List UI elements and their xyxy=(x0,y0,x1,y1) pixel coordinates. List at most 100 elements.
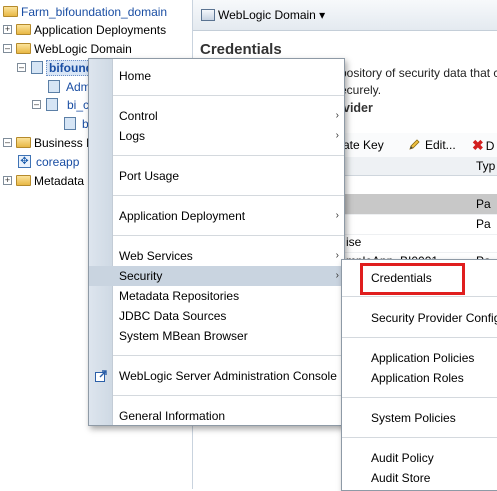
page-title: Credentials xyxy=(200,41,282,58)
description-line: ecurely. xyxy=(340,83,382,97)
menu-item-weblogic-admin-console[interactable]: WebLogic Server Administration Console xyxy=(89,366,344,386)
tree-item-bifoundation-domain[interactable]: – bifound xyxy=(17,59,96,77)
collapse-toggle-icon[interactable]: – xyxy=(17,63,26,72)
tree-item-farm[interactable]: Farm_bifoundation_domain xyxy=(3,3,167,21)
folder-icon xyxy=(3,6,18,17)
menu-separator xyxy=(342,397,497,398)
tree-item-bi-server[interactable]: b xyxy=(64,115,89,133)
server-icon xyxy=(48,80,60,93)
tree-item-coreapplication[interactable]: ✥ coreapp xyxy=(18,153,79,171)
menu-item-label: Port Usage xyxy=(119,169,180,183)
submenu-arrow-icon: › xyxy=(335,250,339,261)
tree-item-bi-cluster[interactable]: – bi_cl xyxy=(32,96,92,114)
menu-item-home[interactable]: Home xyxy=(89,66,344,86)
menu-separator xyxy=(342,296,497,297)
application-icon: ✥ xyxy=(18,155,31,168)
menu-item-label: Security xyxy=(119,269,163,283)
edit-button[interactable]: Edit... xyxy=(408,137,456,153)
menu-separator xyxy=(113,195,344,196)
menu-item-label: Audit Policy xyxy=(371,451,434,465)
cell-type: Pa xyxy=(476,197,491,211)
menu-item-system-mbean-browser[interactable]: System MBean Browser xyxy=(89,326,344,346)
menu-item-label: Web Services xyxy=(119,249,193,263)
menu-item-label: Logs xyxy=(119,129,146,143)
menu-item-general-information[interactable]: General Information xyxy=(89,406,344,426)
submenu-arrow-icon: › xyxy=(335,270,339,281)
collapse-toggle-icon[interactable]: – xyxy=(3,138,12,147)
edit-label: Edit... xyxy=(425,138,456,152)
menu-item-label: System MBean Browser xyxy=(119,329,248,343)
menu-item-label: JDBC Data Sources xyxy=(119,309,227,323)
submenu-item-security-provider-configuration[interactable]: Security Provider Configu xyxy=(342,308,497,328)
folder-icon xyxy=(16,175,31,186)
weblogic-domain-context-menu: Home Control › Logs › Port Usage Applica… xyxy=(88,58,345,426)
menu-item-label: System Policies xyxy=(371,411,456,425)
menu-item-label: Application Policies xyxy=(371,351,475,365)
submenu-arrow-icon: › xyxy=(335,130,339,141)
collapse-toggle-icon[interactable]: – xyxy=(3,44,12,53)
weblogic-icon xyxy=(201,9,215,21)
tree-label[interactable]: Application Deployments xyxy=(34,23,166,37)
menu-item-label: Home xyxy=(119,69,152,83)
tree-label[interactable]: Farm_bifoundation_domain xyxy=(21,5,167,19)
weblogic-domain-menu[interactable]: WebLogic Domain ▾ xyxy=(201,7,325,23)
submenu-arrow-icon: › xyxy=(335,210,339,221)
menu-item-logs[interactable]: Logs › xyxy=(89,126,344,146)
menu-separator xyxy=(342,337,497,338)
menu-separator xyxy=(342,437,497,438)
domain-icon xyxy=(31,61,43,74)
column-header-type[interactable]: Typ xyxy=(476,159,495,173)
menu-item-web-services[interactable]: Web Services › xyxy=(89,246,344,266)
tree-item-business-intelligence[interactable]: – Business In xyxy=(3,134,96,152)
menu-item-metadata-repositories[interactable]: Metadata Repositories xyxy=(89,286,344,306)
menu-item-label: WebLogic Server Administration Console xyxy=(119,369,337,383)
folder-icon xyxy=(16,43,31,54)
tree-item-metadata-repositories[interactable]: + Metadata R xyxy=(3,172,96,190)
submenu-item-audit-store[interactable]: Audit Store xyxy=(342,468,497,488)
menu-separator xyxy=(113,95,344,96)
submenu-item-application-policies[interactable]: Application Policies xyxy=(342,348,497,368)
menu-item-application-deployment[interactable]: Application Deployment › xyxy=(89,206,344,226)
tree-label[interactable]: WebLogic Domain xyxy=(34,42,132,56)
tree-label[interactable]: Adm xyxy=(66,80,91,94)
menu-item-port-usage[interactable]: Port Usage xyxy=(89,166,344,186)
delete-icon: ✖ xyxy=(472,137,484,153)
delete-button[interactable]: ✖ D xyxy=(472,137,494,153)
folder-icon xyxy=(16,137,31,148)
tree-item-weblogic-domain[interactable]: – WebLogic Domain xyxy=(3,40,132,58)
server-icon xyxy=(64,117,76,130)
cell-name: ise xyxy=(346,235,362,249)
create-key-button[interactable]: ate Key xyxy=(343,137,384,153)
section-heading: vider xyxy=(343,101,373,115)
tree-label[interactable]: Metadata R xyxy=(34,174,96,188)
external-link-icon xyxy=(95,370,107,382)
delete-label: D xyxy=(485,139,495,153)
submenu-item-audit-policy[interactable]: Audit Policy xyxy=(342,448,497,468)
menu-item-jdbc-data-sources[interactable]: JDBC Data Sources xyxy=(89,306,344,326)
menu-item-label: Metadata Repositories xyxy=(119,289,240,303)
chevron-down-icon: ▾ xyxy=(319,8,326,22)
menu-item-label: Application Deployment xyxy=(119,209,246,223)
credentials-highlight-box xyxy=(360,263,465,295)
tree-item-admin-server[interactable]: Adm xyxy=(48,78,91,96)
menu-item-control[interactable]: Control › xyxy=(89,106,344,126)
menu-item-label: Security Provider Configu xyxy=(371,311,497,325)
tree-label[interactable]: Business In xyxy=(34,136,96,150)
expand-toggle-icon[interactable]: + xyxy=(3,25,12,34)
submenu-item-application-roles[interactable]: Application Roles xyxy=(342,368,497,388)
pencil-icon xyxy=(409,139,420,150)
cell-type: Pa xyxy=(476,217,491,231)
submenu-arrow-icon: › xyxy=(335,110,339,121)
folder-icon xyxy=(16,24,31,35)
tree-label[interactable]: coreapp xyxy=(36,155,79,169)
submenu-item-system-policies[interactable]: System Policies xyxy=(342,408,497,428)
collapse-toggle-icon[interactable]: – xyxy=(32,100,41,109)
expand-toggle-icon[interactable]: + xyxy=(3,176,12,185)
menu-item-label: Audit Store xyxy=(371,471,431,485)
tree-item-application-deployments[interactable]: + Application Deployments xyxy=(3,21,166,39)
menu-item-label: General Information xyxy=(119,409,226,423)
menu-item-security[interactable]: Security › xyxy=(89,266,344,286)
menu-separator xyxy=(113,355,344,356)
menu-item-label: Application Roles xyxy=(371,371,464,385)
cluster-icon xyxy=(46,98,58,111)
